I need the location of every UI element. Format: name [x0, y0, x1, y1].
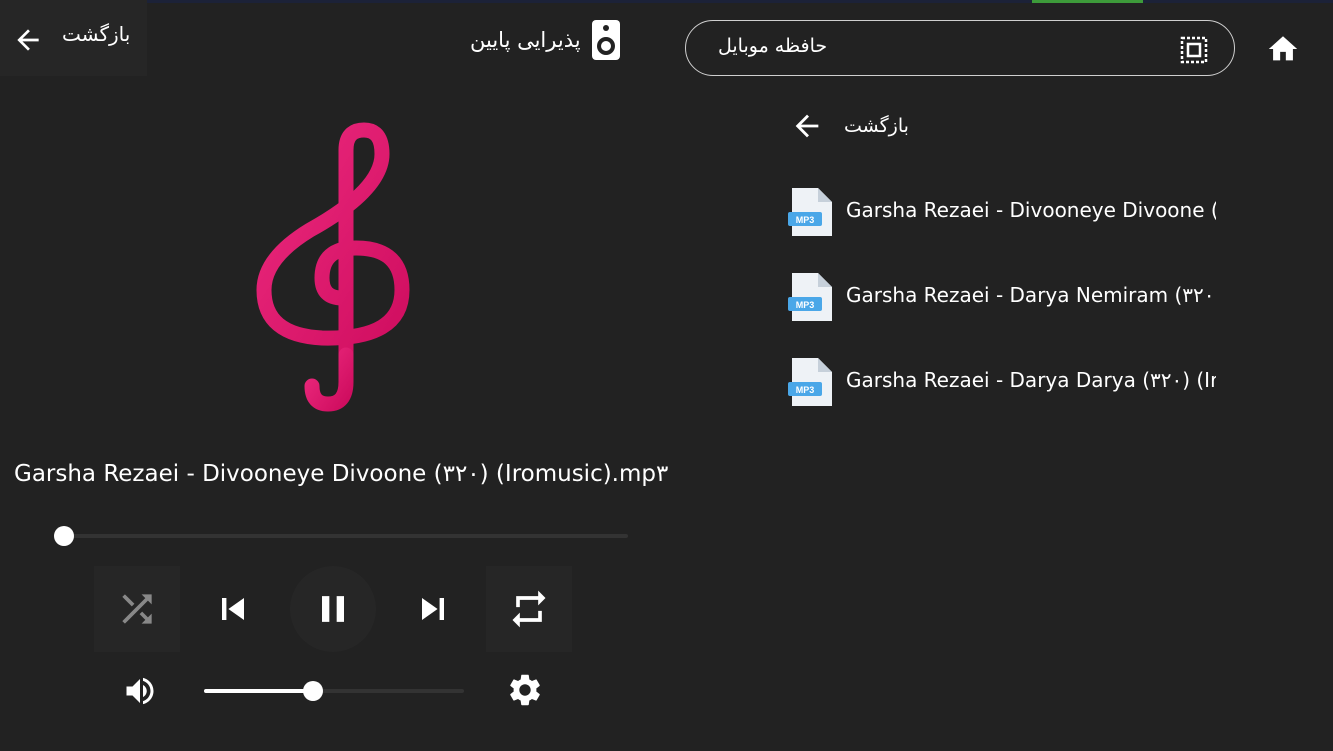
track-title: Garsha Rezaei - Divooneye Divoone (۳۲۰) …: [14, 461, 669, 487]
chip-icon: [1180, 36, 1208, 64]
mp3-badge-text: MP3: [796, 215, 815, 225]
mp3-badge-text: MP3: [796, 385, 815, 395]
file-name: Garsha Rezaei - Darya Darya (۳۲۰) (Ir..: [846, 368, 1216, 392]
pause-button[interactable]: [290, 566, 376, 652]
volume-icon[interactable]: [122, 673, 158, 709]
volume-slider[interactable]: [204, 681, 464, 701]
volume-slider-thumb[interactable]: [303, 681, 324, 701]
shuffle-icon: [122, 594, 152, 624]
output-device-selector[interactable]: پذیرایی پایین: [470, 16, 621, 64]
settings-icon[interactable]: [506, 671, 544, 709]
skip-previous-icon: [222, 598, 244, 620]
file-item[interactable]: MP3 Garsha Rezaei - Darya Nemiram (۳۲۰..: [788, 261, 1228, 346]
volume-slider-fill: [204, 689, 314, 693]
pause-icon: [322, 596, 344, 622]
skip-next-icon: [422, 598, 444, 620]
previous-button[interactable]: [190, 566, 276, 652]
seek-bar[interactable]: [53, 526, 628, 546]
back-label: بازگشت: [62, 22, 131, 46]
file-name: Garsha Rezaei - Darya Nemiram (۳۲۰..: [846, 283, 1216, 307]
speaker-icon: [591, 20, 620, 60]
next-button[interactable]: [390, 566, 476, 652]
mp3-file-icon: MP3: [788, 358, 832, 406]
file-item[interactable]: MP3 Garsha Rezaei - Divooneye Divoone (.…: [788, 176, 1228, 261]
browser-back-label: بازگشت: [844, 115, 909, 137]
seek-bar-thumb[interactable]: [53, 526, 74, 546]
file-item[interactable]: MP3 Garsha Rezaei - Darya Darya (۳۲۰) (I…: [788, 346, 1228, 431]
browser-back-button[interactable]: بازگشت: [790, 108, 909, 144]
repeat-icon: [512, 590, 546, 628]
home-icon[interactable]: [1266, 32, 1300, 66]
mp3-badge-text: MP3: [796, 300, 815, 310]
mp3-file-icon: MP3: [788, 188, 832, 236]
arrow-left-icon: [17, 29, 39, 51]
treble-clef-icon: [256, 122, 410, 412]
playback-controls: [94, 566, 574, 652]
top-accent-line: [1032, 0, 1143, 3]
shuffle-button[interactable]: [94, 566, 180, 652]
output-device-label: پذیرایی پایین: [470, 28, 581, 52]
back-button[interactable]: بازگشت: [0, 0, 147, 76]
arrow-left-icon: [795, 114, 819, 138]
file-list: MP3 Garsha Rezaei - Divooneye Divoone (.…: [788, 176, 1228, 431]
storage-selector[interactable]: حافظه موبایل: [685, 20, 1235, 76]
file-name: Garsha Rezaei - Divooneye Divoone (..: [846, 198, 1216, 222]
repeat-button[interactable]: [486, 566, 572, 652]
storage-label: حافظه موبایل: [718, 35, 828, 57]
mp3-file-icon: MP3: [788, 273, 832, 321]
